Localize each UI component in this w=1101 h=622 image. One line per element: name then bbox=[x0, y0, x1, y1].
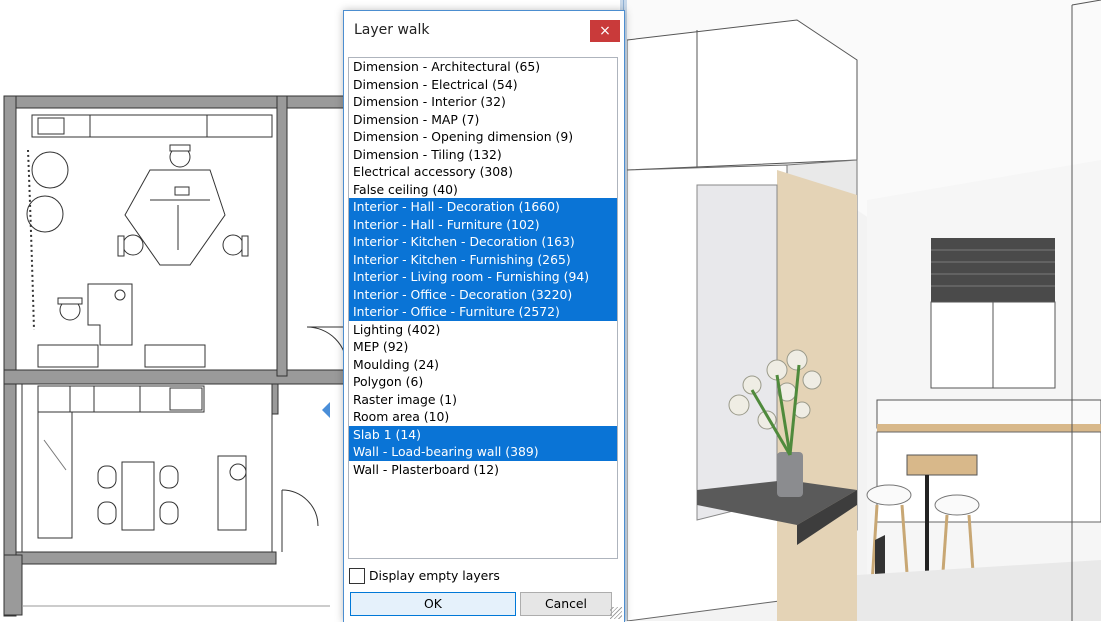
layer-list-item[interactable]: Interior - Hall - Furniture (102) bbox=[349, 215, 617, 233]
layer-list-item[interactable]: Moulding (24) bbox=[349, 356, 617, 374]
layer-list-item[interactable]: Dimension - Interior (32) bbox=[349, 93, 617, 111]
layer-list[interactable]: Dimension - Architectural (65) Dimension … bbox=[348, 57, 618, 559]
layer-list-item[interactable]: Interior - Office - Furniture (2572) bbox=[349, 303, 617, 321]
layer-list-item[interactable]: MEP (92) bbox=[349, 338, 617, 356]
dialog-title: Layer walk bbox=[354, 22, 430, 38]
layer-list-item[interactable]: Electrical accessory (308) bbox=[349, 163, 617, 181]
3d-view[interactable] bbox=[627, 0, 1101, 621]
3d-render bbox=[627, 0, 1101, 621]
layer-list-item[interactable]: Interior - Office - Decoration (3220) bbox=[349, 285, 617, 303]
layer-list-item[interactable]: Room area (10) bbox=[349, 408, 617, 426]
layer-list-item[interactable]: Dimension - MAP (7) bbox=[349, 111, 617, 129]
ok-button[interactable]: OK bbox=[350, 592, 516, 616]
layer-list-item[interactable]: Interior - Living room - Furnishing (94) bbox=[349, 268, 617, 286]
layer-list-item[interactable]: Lighting (402) bbox=[349, 321, 617, 339]
layer-list-item[interactable]: Dimension - Tiling (132) bbox=[349, 146, 617, 164]
layer-list-item[interactable]: Dimension - Architectural (65) bbox=[349, 58, 617, 76]
display-empty-layers-label: Display empty layers bbox=[369, 568, 500, 583]
layer-list-item[interactable]: Slab 1 (14) bbox=[349, 425, 617, 443]
display-empty-layers-checkbox[interactable] bbox=[349, 568, 365, 584]
resize-grip-icon[interactable] bbox=[610, 607, 622, 619]
layer-list-item[interactable]: Wall - Plasterboard (12) bbox=[349, 461, 617, 479]
layer-list-item[interactable]: Wall - Load-bearing wall (389) bbox=[349, 443, 617, 461]
layer-list-item[interactable]: Dimension - Electrical (54) bbox=[349, 76, 617, 94]
cancel-button[interactable]: Cancel bbox=[520, 592, 612, 616]
layer-list-item[interactable]: Interior - Kitchen - Furnishing (265) bbox=[349, 250, 617, 268]
layer-list-item[interactable]: Raster image (1) bbox=[349, 391, 617, 409]
layer-list-item[interactable]: Interior - Kitchen - Decoration (163) bbox=[349, 233, 617, 251]
layer-list-item[interactable]: Dimension - Opening dimension (9) bbox=[349, 128, 617, 146]
close-icon[interactable]: × bbox=[590, 20, 620, 42]
layer-list-item[interactable]: Polygon (6) bbox=[349, 373, 617, 391]
layer-list-item[interactable]: Interior - Hall - Decoration (1660) bbox=[349, 198, 617, 216]
layer-list-item[interactable]: False ceiling (40) bbox=[349, 181, 617, 199]
layer-walk-dialog: Layer walk × Dimension - Architectural (… bbox=[343, 10, 625, 622]
